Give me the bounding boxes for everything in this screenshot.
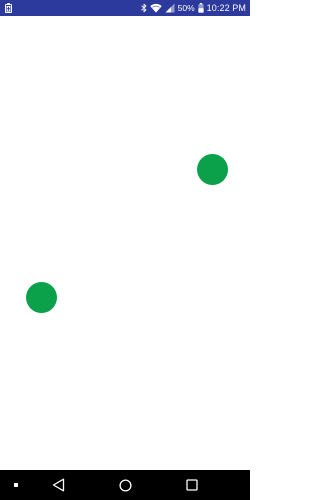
home-icon[interactable]	[116, 470, 134, 500]
clock: 10:22 PM	[206, 3, 246, 13]
green-dot-top-right[interactable]	[197, 154, 228, 185]
status-bar: 50% 10:22 PM	[0, 0, 250, 16]
wifi-icon	[149, 3, 162, 13]
overview-icon[interactable]	[183, 470, 201, 500]
dot-icon[interactable]	[8, 470, 24, 500]
screen: 50% 10:22 PM	[0, 0, 250, 500]
signal-icon	[165, 3, 175, 13]
status-left	[5, 3, 12, 13]
status-right: 50% 10:22 PM	[140, 3, 246, 13]
battery-saver-icon	[5, 3, 12, 13]
bluetooth-icon	[140, 3, 147, 13]
green-dot-bottom-left[interactable]	[26, 282, 57, 313]
battery-percent: 50%	[177, 3, 195, 13]
navigation-bar	[0, 470, 250, 500]
back-icon[interactable]	[49, 470, 67, 500]
battery-icon	[198, 3, 204, 13]
